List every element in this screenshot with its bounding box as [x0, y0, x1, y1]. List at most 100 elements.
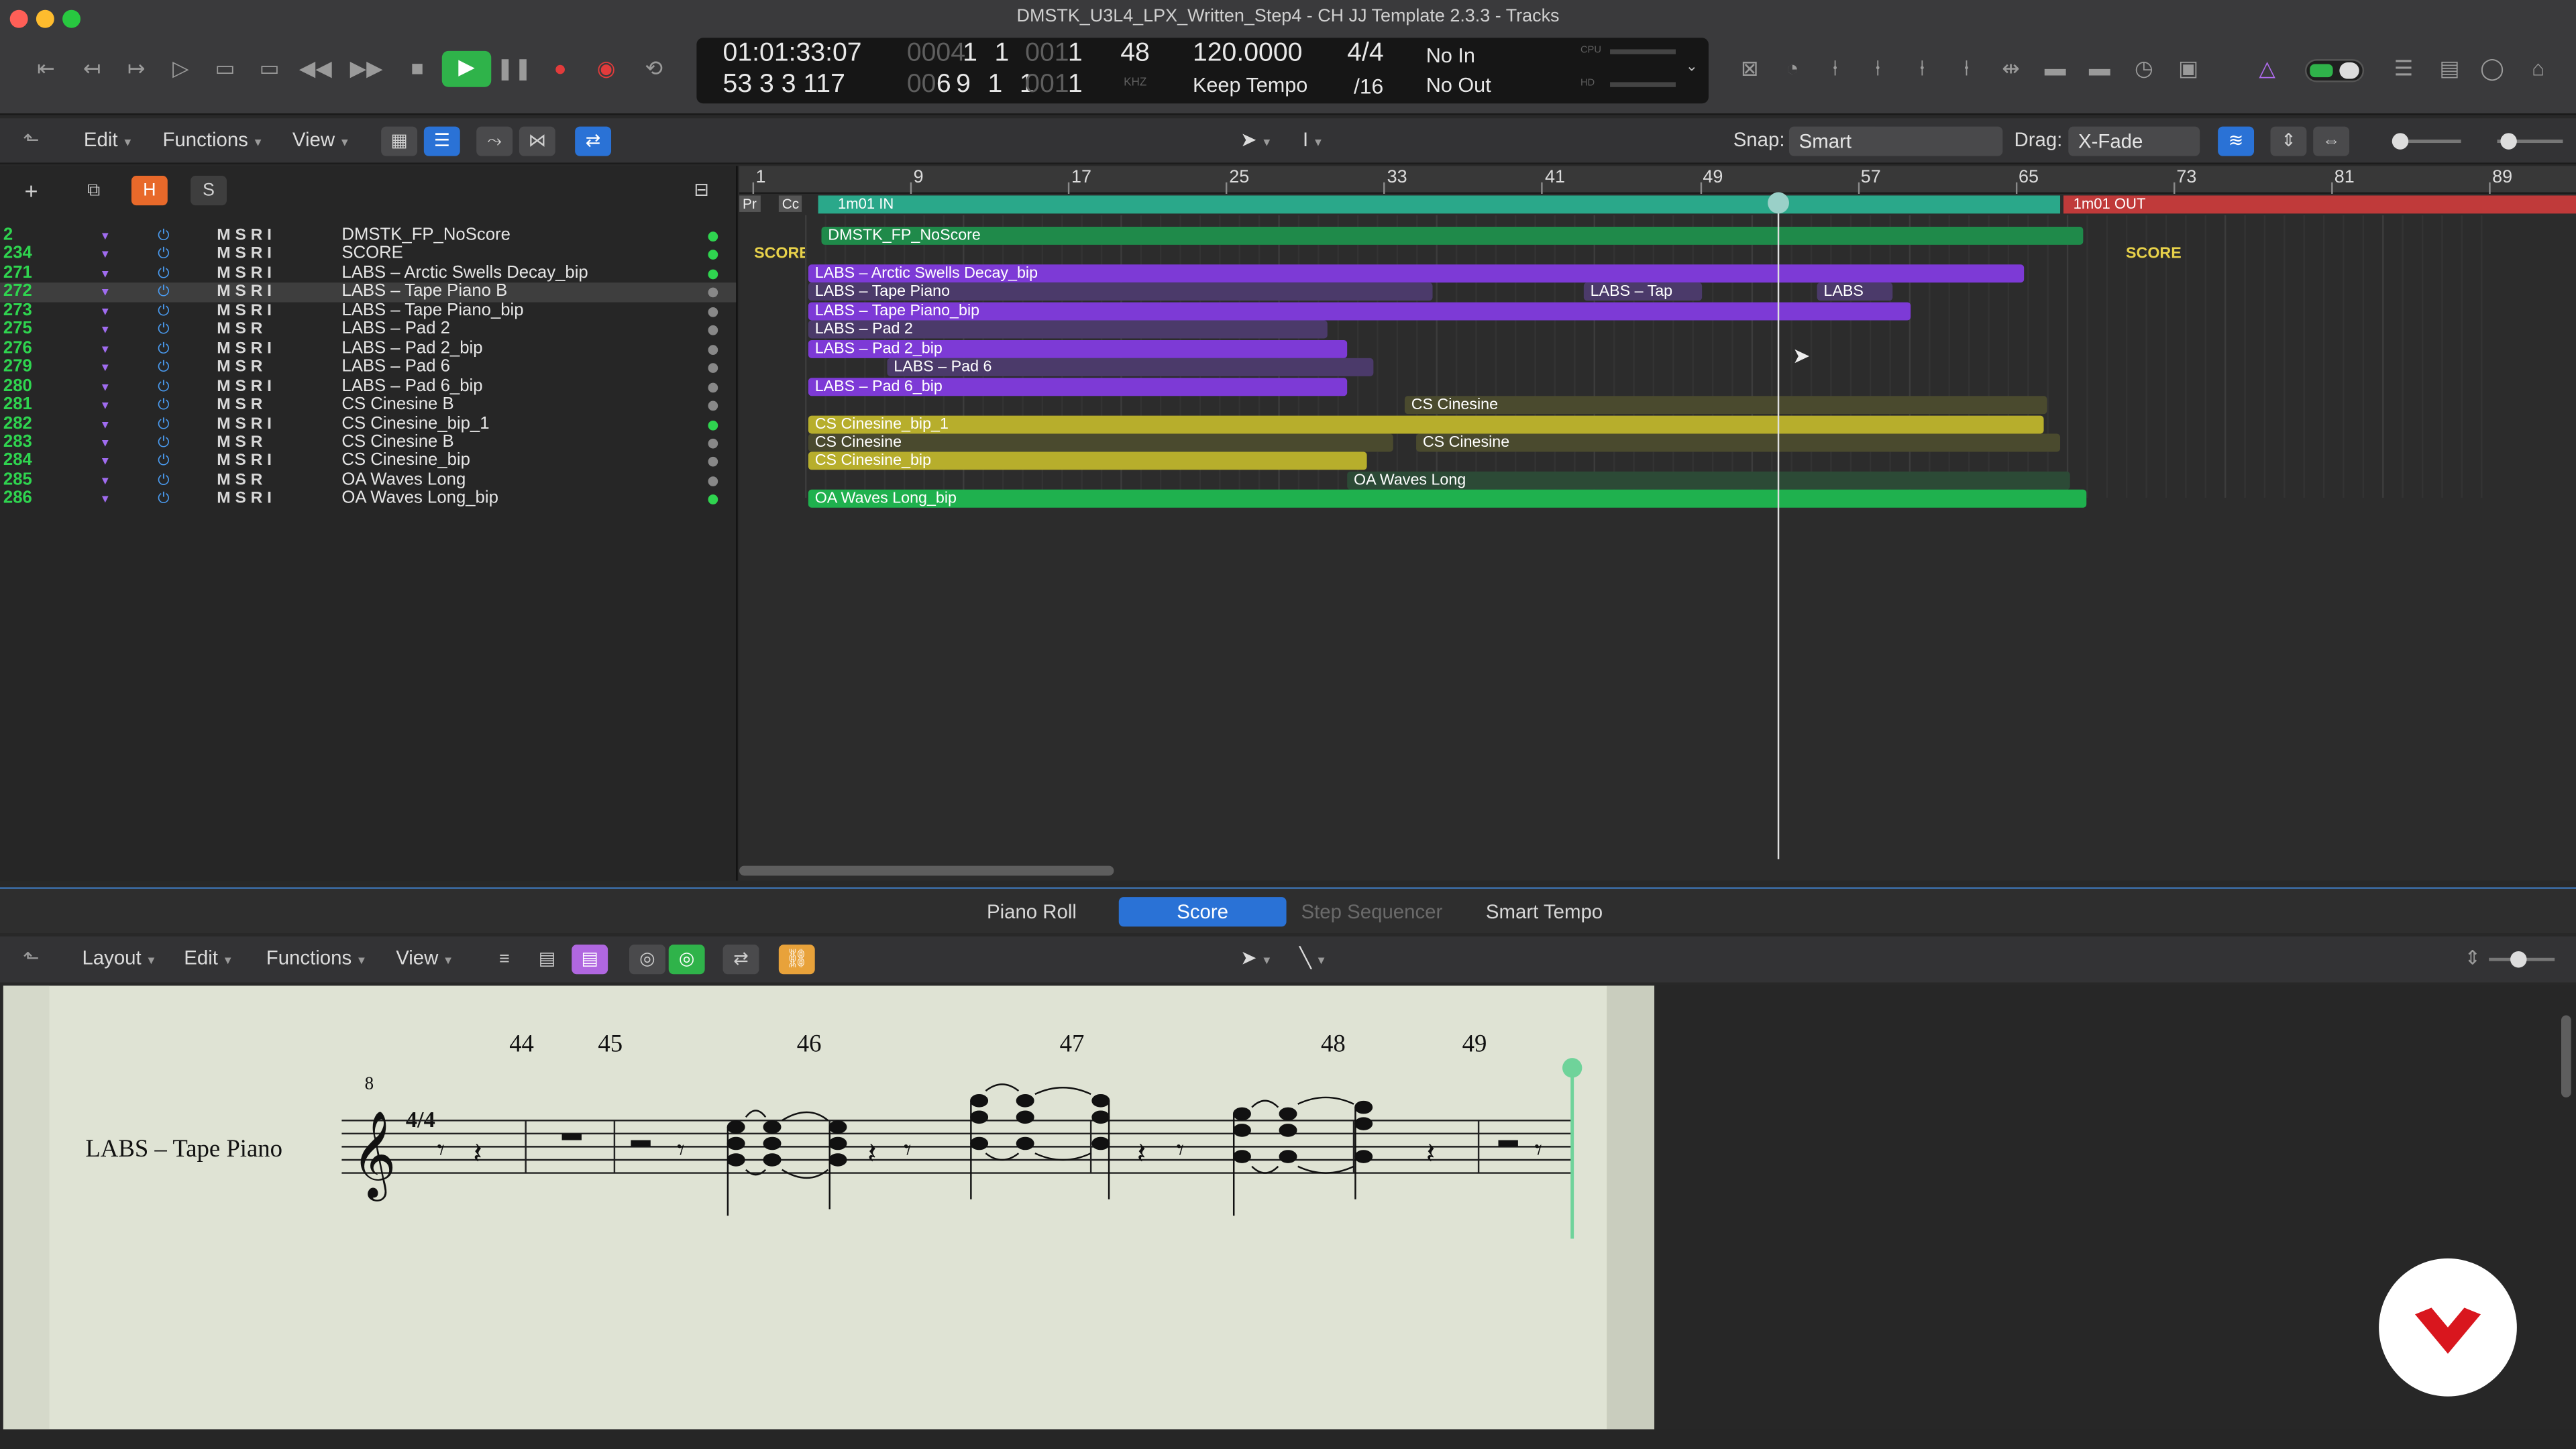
lcd-tempo-mode[interactable]: Keep Tempo	[1193, 74, 1307, 97]
track-name[interactable]: OA Waves Long_bip	[341, 489, 498, 508]
stop-icon[interactable]: ■	[401, 52, 434, 85]
fast-forward-icon[interactable]: ▶▶	[350, 52, 383, 85]
automation-icon[interactable]: ⤳	[476, 126, 513, 156]
tab-step-sequencer[interactable]: Step Sequencer	[1291, 897, 1452, 926]
track-name[interactable]: LABS – Pad 2	[341, 320, 450, 339]
track-zoom-icon[interactable]: ⊟	[684, 176, 720, 205]
power-icon[interactable]: ⏻	[158, 452, 169, 470]
power-icon[interactable]: ⏻	[158, 227, 169, 245]
waveform-zoom-icon[interactable]: ≋	[2218, 126, 2255, 156]
hide-tracks-button[interactable]: H	[131, 176, 168, 206]
count-in-icon[interactable]: ⍿	[1862, 52, 1894, 85]
edit-menu[interactable]: Edit ▾	[84, 128, 131, 151]
region[interactable]: SCORE	[747, 246, 805, 264]
playhead-handle[interactable]	[1768, 192, 1789, 214]
capture-icon[interactable]: ▭	[253, 52, 286, 85]
track-msri-buttons[interactable]: M S R	[217, 321, 262, 339]
global-solo-button[interactable]: S	[191, 176, 227, 206]
track-row[interactable]: 283 ⏻ ▾ M S R CS Cinesine B	[0, 433, 736, 452]
pause-icon[interactable]: ❚❚	[496, 52, 532, 85]
go-forward-icon[interactable]: ↦	[120, 52, 153, 85]
track-name[interactable]: CS Cinesine B	[341, 433, 453, 451]
score-editor[interactable]: LABS – Tape Piano 44 45 46 47 48 49 8 4/…	[3, 985, 1655, 1430]
page-layout-icon[interactable]: ▤	[572, 945, 608, 975]
track-row[interactable]: 285 ⏻ ▾ M S R OA Waves Long	[0, 470, 736, 490]
pointer-tool-icon[interactable]: ➤ ▾	[1240, 128, 1270, 151]
score-pointer-tool-icon[interactable]: ➤ ▾	[1240, 947, 1270, 969]
browsers-icon[interactable]: ⌂	[2522, 52, 2555, 85]
go-to-start-icon[interactable]: ⇤	[30, 52, 62, 85]
loop-browser-icon[interactable]: ◯	[2476, 52, 2509, 85]
region[interactable]: OA Waves Long_bip	[808, 490, 2087, 508]
score-functions-menu[interactable]: Functions ▾	[266, 947, 365, 969]
region[interactable]: SCORE	[2119, 246, 2185, 264]
track-row[interactable]: 282 ⏻ ▾ M S R I CS Cinesine_bip_1	[0, 414, 736, 433]
power-icon[interactable]: ⏻	[158, 283, 169, 301]
track-row[interactable]: 272 ⏻ ▾ M S R I LABS – Tape Piano B	[0, 282, 737, 302]
tab-piano-roll[interactable]: Piano Roll	[950, 897, 1114, 926]
score-zoom-knob[interactable]	[2510, 951, 2527, 968]
page-view-icon[interactable]: ▤	[529, 945, 566, 974]
track-name[interactable]: LABS – Pad 6	[341, 358, 450, 376]
back-icon[interactable]: ⬑	[23, 947, 40, 969]
track-row[interactable]: 275 ⏻ ▾ M S R LABS – Pad 2	[0, 320, 736, 339]
track-msri-buttons[interactable]: M S R I	[217, 246, 272, 264]
track-msri-buttons[interactable]: M S R I	[217, 283, 272, 301]
lcd-time-signature[interactable]: 4/4	[1347, 40, 1383, 69]
track-row[interactable]: 286 ⏻ ▾ M S R I OA Waves Long_bip	[0, 489, 736, 509]
track-msri-buttons[interactable]: M S R I	[217, 415, 272, 433]
lcd-tempo[interactable]: 120.0000	[1193, 40, 1302, 69]
play-button[interactable]: ▶	[441, 50, 492, 87]
track-row[interactable]: 273 ⏻ ▾ M S R I LABS – Tape Piano_bip	[0, 301, 736, 321]
power-icon[interactable]: ⏻	[158, 358, 169, 376]
track-row[interactable]: 284 ⏻ ▾ M S R I CS Cinesine_bip	[0, 451, 736, 471]
cycle-icon[interactable]: ⟲	[637, 52, 670, 85]
pencil-tool-icon[interactable]: ╲ ▾	[1299, 947, 1324, 969]
track-name[interactable]: LABS – Tape Piano B	[341, 282, 507, 301]
region[interactable]: LABS	[1817, 283, 1893, 302]
track-msri-buttons[interactable]: M S R	[217, 358, 262, 376]
vertical-zoom-knob[interactable]	[2392, 133, 2409, 150]
region[interactable]: CS Cinesine	[1404, 396, 2047, 415]
inspector-icon[interactable]: ▣	[2172, 52, 2205, 85]
power-icon[interactable]: ⏻	[158, 302, 169, 320]
track-name[interactable]: CS Cinesine_bip_1	[341, 414, 489, 433]
tuner-icon[interactable]: ◔	[1776, 52, 1809, 85]
vertical-zoom-icon[interactable]: ⇕	[2270, 126, 2307, 156]
horizontal-zoom-icon[interactable]: ⇔	[2313, 126, 2350, 156]
text-tool-icon[interactable]: I ▾	[1303, 128, 1322, 151]
midi-out-icon[interactable]: ◎	[668, 945, 705, 975]
power-icon[interactable]: ⏻	[158, 490, 169, 508]
duplicate-track-icon[interactable]: ⧉	[76, 176, 112, 205]
list-icon[interactable]: ☰	[2387, 52, 2420, 85]
power-icon[interactable]: ⏻	[158, 377, 169, 395]
smart-controls-icon[interactable]: △	[2251, 52, 2284, 85]
region[interactable]: LABS – Tape Piano_bip	[808, 302, 1911, 321]
tab-score[interactable]: Score	[1118, 897, 1287, 927]
score-edit-menu[interactable]: Edit ▾	[184, 947, 231, 969]
region[interactable]: OA Waves Long	[1347, 471, 2070, 490]
track-row[interactable]: 280 ⏻ ▾ M S R I LABS – Pad 6_bip	[0, 376, 736, 396]
horizontal-scrollbar[interactable]	[739, 865, 1114, 876]
track-msri-buttons[interactable]: M S R	[217, 471, 262, 489]
track-msri-buttons[interactable]: M S R	[217, 433, 262, 451]
region[interactable]: CS Cinesine	[808, 433, 1393, 452]
lcd-division[interactable]: /16	[1354, 74, 1383, 99]
cycle-region[interactable]: 1m01 IN	[818, 195, 2061, 214]
solo-icon[interactable]: ⍿	[1819, 52, 1851, 85]
region[interactable]: CS Cinesine_bip	[808, 452, 1367, 471]
functions-menu[interactable]: Functions ▾	[162, 128, 261, 151]
play-from-selection-icon[interactable]: ▷	[164, 52, 197, 85]
power-icon[interactable]: ⏻	[158, 433, 169, 451]
list-editors-icon[interactable]: ▬	[2039, 52, 2072, 85]
back-icon[interactable]: ⬑	[23, 128, 40, 151]
score-view-menu[interactable]: View ▾	[396, 947, 451, 969]
region[interactable]: DMSTK_FP_NoScore	[821, 226, 2084, 245]
track-name[interactable]: CS Cinesine_bip	[341, 451, 470, 470]
track-row[interactable]: 234 ⏻ ▾ M S R I SCORE	[0, 245, 736, 264]
history-icon[interactable]: ◷	[2127, 52, 2160, 85]
link-icon[interactable]: ⛓	[778, 945, 815, 975]
track-msri-buttons[interactable]: M S R I	[217, 490, 272, 508]
vertical-scrollbar[interactable]	[2561, 1015, 2571, 1097]
score-view-icon[interactable]: ▤	[2433, 52, 2466, 85]
